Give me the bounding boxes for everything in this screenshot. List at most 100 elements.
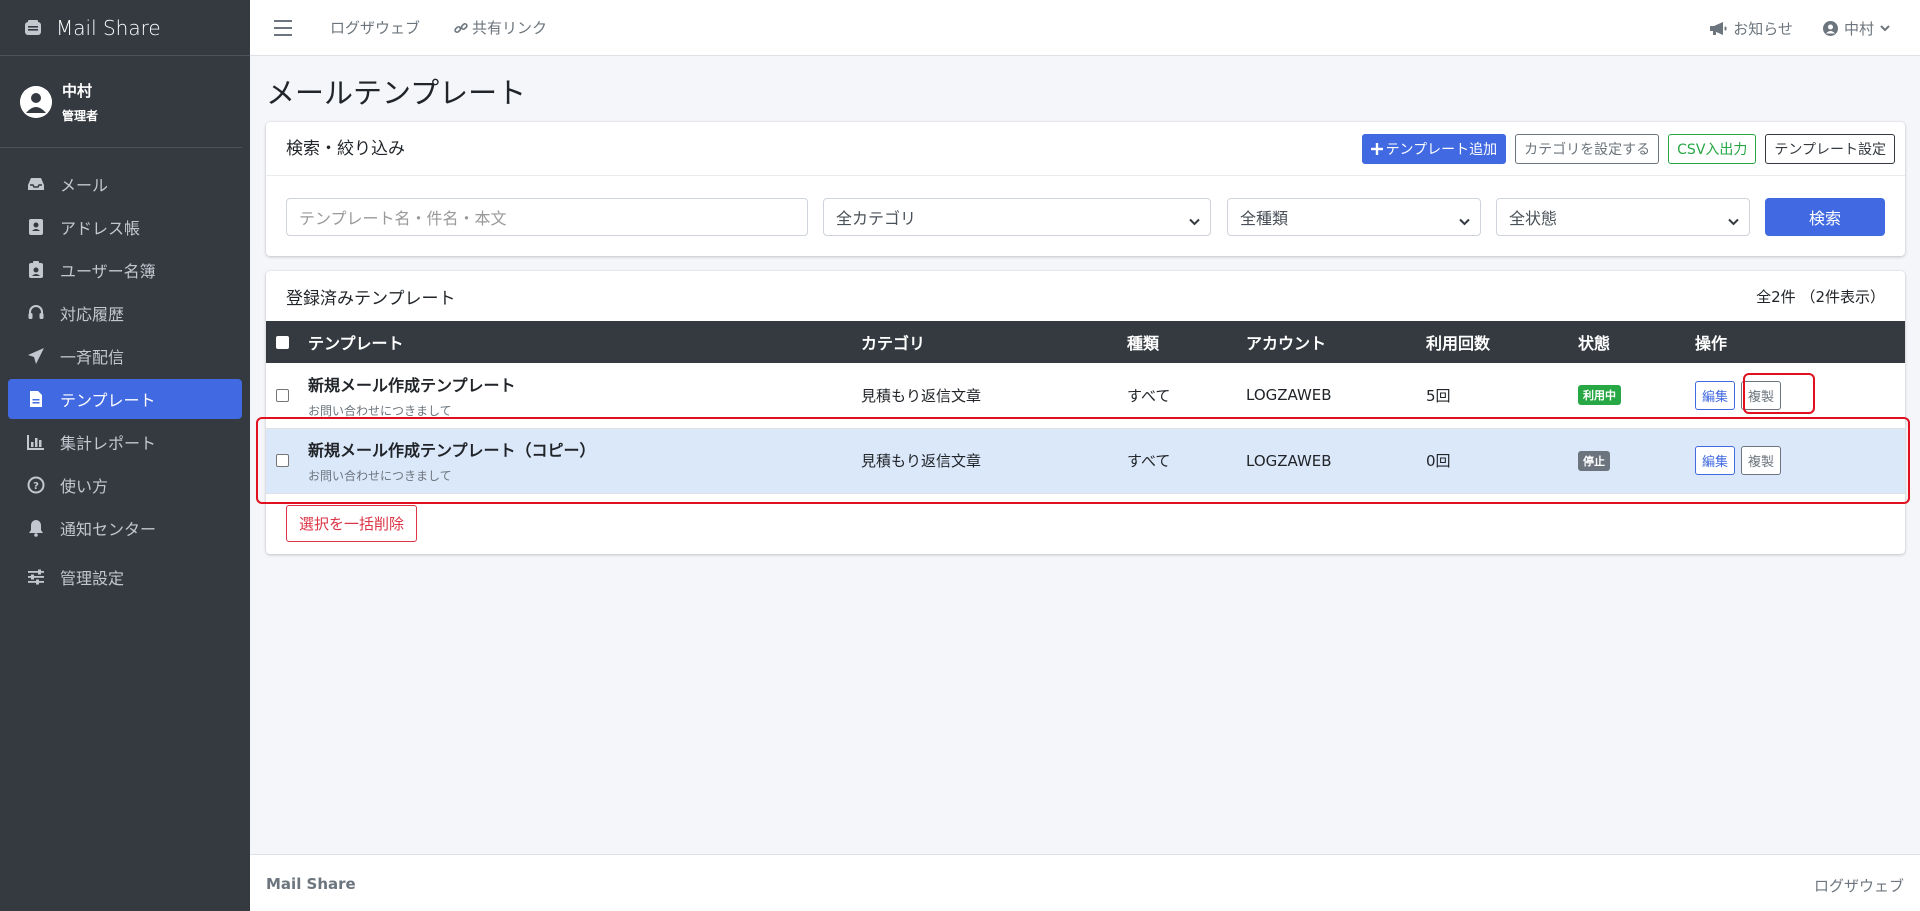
- template-type: すべて: [1127, 386, 1171, 405]
- search-input[interactable]: テンプレート名・件名・本文: [286, 198, 808, 236]
- sidebar-item-report[interactable]: 集計レポート: [8, 422, 242, 462]
- sidebar-item-label: 対応履歴: [60, 305, 125, 324]
- template-subject: お問い合わせにつきまして: [308, 403, 452, 418]
- edit-button[interactable]: 編集: [1695, 446, 1736, 475]
- sidebar-item-admin-settings[interactable]: 管理設定: [8, 557, 242, 597]
- user-menu-label: 中村: [1843, 19, 1874, 38]
- chevron-down-icon: [1189, 211, 1200, 230]
- list-title: 登録済みテンプレート: [286, 289, 456, 309]
- question-circle-icon: ?: [26, 476, 46, 494]
- sidebar: Mail Share 中村 管理者 メール アドレス帳 ユーザー名簿 対応履歴: [0, 0, 250, 911]
- col-template[interactable]: テンプレート: [308, 321, 861, 363]
- page-title: メールテンプレート: [266, 76, 527, 110]
- csv-io-button[interactable]: CSV入出力: [1668, 134, 1757, 164]
- search-button[interactable]: 検索: [1765, 198, 1885, 236]
- row-checkbox[interactable]: [276, 454, 289, 467]
- template-category: 見積もり返信文章: [861, 452, 982, 470]
- user-avatar-icon: [20, 85, 52, 118]
- template-list-card: 登録済みテンプレート 全2件 （2件表示） テンプレート カテゴリ 種類 アカウ…: [266, 271, 1905, 554]
- template-category: 見積もり返信文章: [861, 386, 982, 405]
- row-checkbox[interactable]: [276, 388, 289, 402]
- chart-bar-icon: [26, 434, 46, 450]
- sidebar-item-label: 使い方: [60, 477, 109, 496]
- template-account: LOGZAWEB: [1246, 386, 1332, 405]
- topbar-link-shared-link[interactable]: 共有リンク: [454, 17, 547, 38]
- search-card: 検索・絞り込み テンプレート追加 カテゴリを設定する CSV入出力 テンプレート…: [266, 122, 1905, 256]
- template-settings-button[interactable]: テンプレート設定: [1765, 134, 1895, 164]
- brand[interactable]: Mail Share: [0, 0, 250, 56]
- table-row[interactable]: 新規メール作成テンプレート お問い合わせにつきまして 見積もり返信文章 すべて …: [266, 363, 1905, 428]
- sidebar-item-label: メール: [60, 176, 109, 195]
- status-select[interactable]: 全状態: [1496, 198, 1750, 236]
- search-card-header: 検索・絞り込み テンプレート追加 カテゴリを設定する CSV入出力 テンプレート…: [266, 122, 1905, 176]
- col-category[interactable]: カテゴリ: [861, 321, 1127, 363]
- brand-name: Mail Share: [56, 15, 161, 40]
- sidebar-item-address-book[interactable]: アドレス帳: [8, 207, 242, 247]
- sidebar-item-notification-center[interactable]: 通知センター: [8, 508, 242, 548]
- sidebar-nav: メール アドレス帳 ユーザー名簿 対応履歴 一斉配信 テンプレート 集計レポート…: [0, 148, 250, 597]
- bulk-delete-button[interactable]: 選択を一括削除: [286, 505, 418, 542]
- topbar-link-logzaweb[interactable]: ログザウェブ: [330, 17, 420, 38]
- chevron-down-icon: [1880, 24, 1896, 32]
- edit-button[interactable]: 編集: [1695, 380, 1736, 410]
- sidebar-item-mail[interactable]: メール: [8, 164, 242, 204]
- link-icon: [454, 21, 468, 35]
- sidebar-item-label: 集計レポート: [60, 434, 157, 453]
- inbox-icon: [26, 176, 46, 192]
- col-account[interactable]: アカウント: [1246, 321, 1426, 363]
- footer: Mail Share ログザウェブ: [250, 854, 1920, 911]
- template-table: テンプレート カテゴリ 種類 アカウント 利用回数 状態 操作 新規メール作成テ…: [266, 321, 1905, 494]
- sidebar-item-label: ユーザー名簿: [60, 262, 156, 281]
- add-template-button[interactable]: テンプレート追加: [1361, 134, 1507, 164]
- paper-plane-icon: [26, 347, 46, 365]
- set-category-button[interactable]: カテゴリを設定する: [1515, 134, 1660, 164]
- footer-company-link[interactable]: ログザウェブ: [1814, 875, 1904, 896]
- sidebar-item-label: テンプレート: [60, 391, 156, 410]
- svg-text:?: ?: [33, 481, 39, 492]
- menu-toggle-icon[interactable]: [274, 19, 292, 36]
- duplicate-button[interactable]: 複製: [1741, 446, 1782, 475]
- sidebar-item-broadcast[interactable]: 一斉配信: [8, 336, 242, 376]
- category-select-value: 全カテゴリ: [836, 209, 917, 228]
- col-status[interactable]: 状態: [1578, 321, 1695, 363]
- notice-button[interactable]: お知らせ: [1709, 18, 1793, 39]
- template-uses: 5回: [1426, 386, 1451, 405]
- address-book-icon: [26, 218, 46, 236]
- sidebar-item-help[interactable]: ? 使い方: [8, 465, 242, 505]
- shared-link-label: 共有リンク: [472, 19, 548, 37]
- sidebar-item-label: 管理設定: [60, 569, 125, 588]
- headset-icon: [26, 304, 46, 322]
- col-uses[interactable]: 利用回数: [1426, 321, 1578, 363]
- plus-icon: [1370, 143, 1383, 155]
- template-name[interactable]: 新規メール作成テンプレート（コピー）: [308, 437, 861, 461]
- table-row[interactable]: 新規メール作成テンプレート（コピー） お問い合わせにつきまして 見積もり返信文章…: [266, 428, 1905, 493]
- duplicate-button[interactable]: 複製: [1741, 380, 1782, 410]
- template-type: すべて: [1127, 452, 1171, 470]
- table-header-row: テンプレート カテゴリ 種類 アカウント 利用回数 状態 操作: [266, 321, 1905, 363]
- status-select-value: 全状態: [1509, 209, 1558, 228]
- file-icon: [26, 390, 46, 408]
- sidebar-item-template[interactable]: テンプレート: [8, 379, 242, 419]
- status-badge: 利用中: [1578, 385, 1621, 406]
- footer-brand: Mail Share: [266, 875, 356, 893]
- col-type[interactable]: 種類: [1127, 321, 1246, 363]
- megaphone-icon: [1709, 21, 1733, 36]
- category-select[interactable]: 全カテゴリ: [823, 198, 1211, 236]
- col-actions: 操作: [1695, 334, 1728, 353]
- template-name[interactable]: 新規メール作成テンプレート: [308, 372, 861, 396]
- top-navbar: ログザウェブ 共有リンク お知らせ 中村: [250, 0, 1920, 56]
- notice-label: お知らせ: [1733, 19, 1793, 38]
- user-panel[interactable]: 中村 管理者: [0, 56, 242, 148]
- user-menu[interactable]: 中村: [1822, 18, 1896, 39]
- sidebar-item-history[interactable]: 対応履歴: [8, 293, 242, 333]
- topbar-right: お知らせ 中村: [1679, 0, 1896, 56]
- chevron-down-icon: [1728, 211, 1739, 230]
- status-badge: 停止: [1578, 450, 1610, 471]
- type-select[interactable]: 全種類: [1227, 198, 1481, 236]
- template-account: LOGZAWEB: [1246, 451, 1332, 470]
- result-count: 全2件 （2件表示）: [1756, 288, 1885, 306]
- type-select-value: 全種類: [1240, 209, 1289, 228]
- mailbox-logo-icon: [22, 17, 44, 39]
- select-all-checkbox[interactable]: [276, 335, 289, 349]
- sidebar-item-user-list[interactable]: ユーザー名簿: [8, 250, 242, 290]
